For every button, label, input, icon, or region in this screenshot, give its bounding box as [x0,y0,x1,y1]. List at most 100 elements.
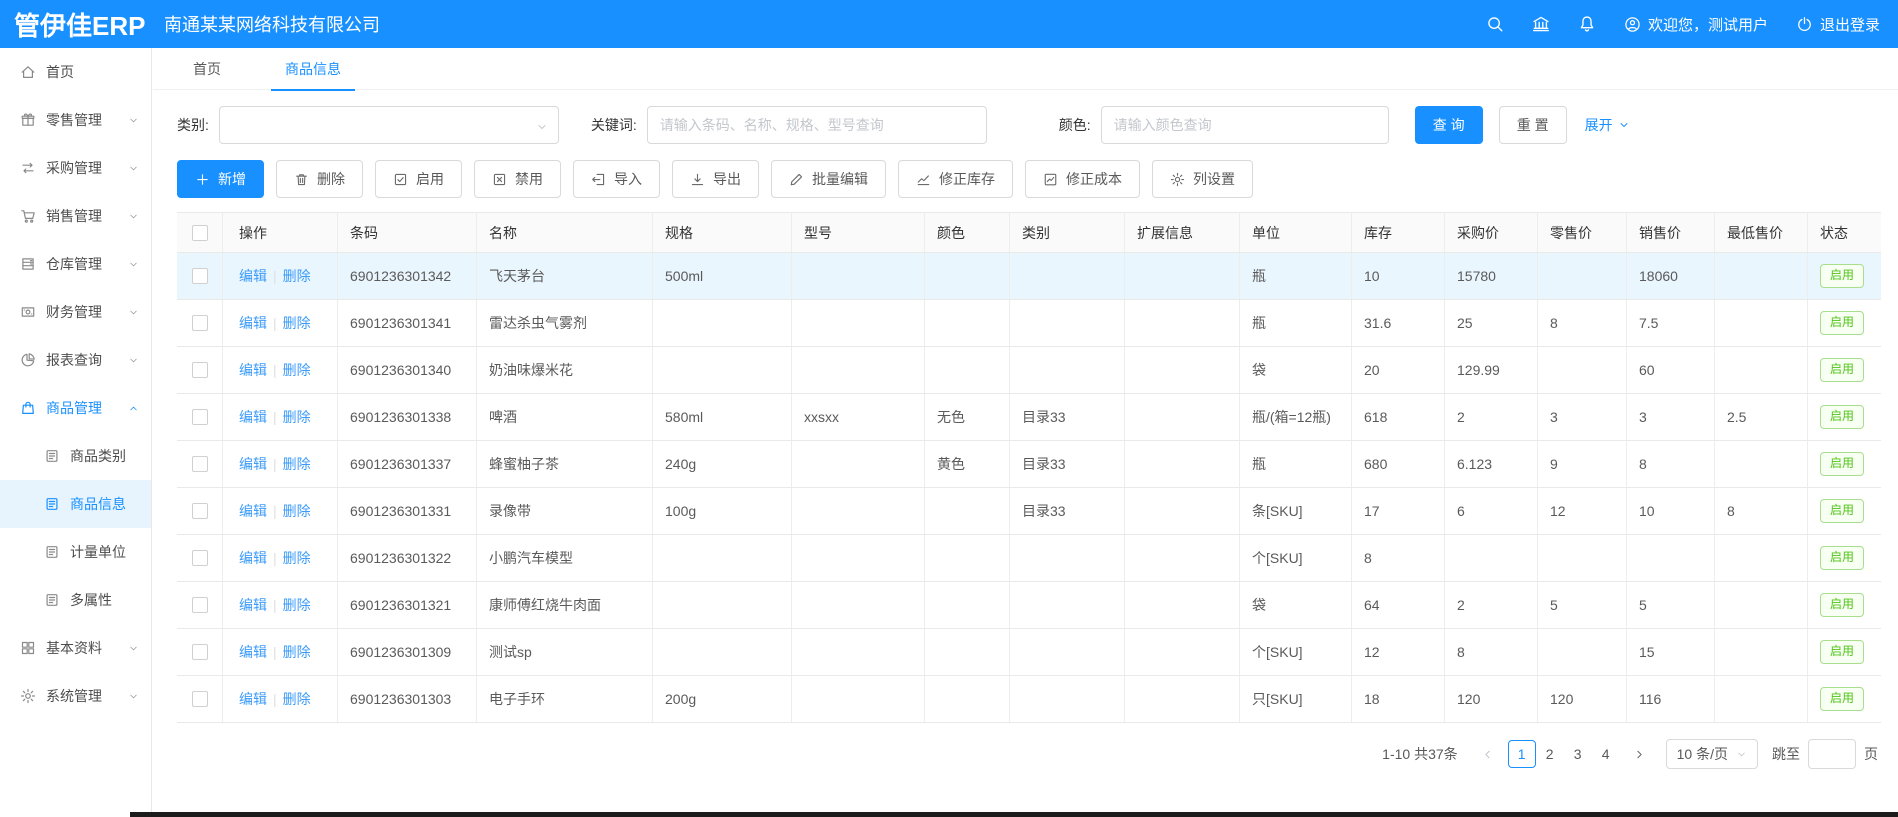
delete-link[interactable]: 删除 [283,454,311,474]
delete-link[interactable]: 删除 [283,360,311,380]
next-page-button[interactable] [1628,740,1652,768]
main-content: 首页 商品信息 类别: 关键词: 颜色: 查 询 重 置 展开 新增删除启用禁用… [153,48,1898,817]
select-all-checkbox[interactable] [192,225,208,241]
row-actions: 编辑|删除 [223,535,338,581]
sidebar-item-10[interactable]: 计量单位 [0,528,151,576]
sidebar-item-5[interactable]: 财务管理 [0,288,151,336]
cell-category: 目录33 [1010,488,1125,534]
sidebar-item-13[interactable]: 系统管理 [0,672,151,720]
bank-icon[interactable] [1532,15,1550,33]
jump-input[interactable] [1808,739,1856,769]
sidebar-item-6[interactable]: 报表查询 [0,336,151,384]
status-badge: 启用 [1820,687,1864,711]
delete-link[interactable]: 删除 [283,548,311,568]
prev-page-button[interactable] [1476,740,1500,768]
page-button-2[interactable]: 2 [1536,741,1564,769]
edit-link[interactable]: 编辑 [239,642,267,662]
edit-link[interactable]: 编辑 [239,548,267,568]
delete-link[interactable]: 删除 [283,501,311,521]
toolbar-button-label: 修正库存 [939,169,995,189]
cell-unit: 瓶 [1240,300,1352,346]
row-checkbox[interactable] [192,315,208,331]
expand-link[interactable]: 展开 [1585,115,1630,135]
edit-link[interactable]: 编辑 [239,595,267,615]
delete-link[interactable]: 删除 [283,642,311,662]
search-icon[interactable] [1486,15,1504,33]
row-checkbox[interactable] [192,597,208,613]
keyword-input[interactable] [647,106,987,144]
sidebar-item-label: 采购管理 [46,158,128,178]
cell-stock: 18 [1352,676,1445,722]
toolbar-button-7[interactable]: 修正库存 [898,160,1013,198]
sidebar-item-0[interactable]: 首页 [0,48,151,96]
row-checkbox-cell [177,441,223,487]
edit-link[interactable]: 编辑 [239,454,267,474]
edit-link[interactable]: 编辑 [239,360,267,380]
toolbar-button-4[interactable]: 导入 [573,160,660,198]
row-checkbox[interactable] [192,644,208,660]
row-checkbox[interactable] [192,503,208,519]
edit-link[interactable]: 编辑 [239,266,267,286]
toolbar-button-9[interactable]: 列设置 [1152,160,1253,198]
link-separator: | [273,362,277,378]
category-select[interactable] [219,106,559,144]
cell-barcode: 6901236301342 [338,253,477,299]
delete-link[interactable]: 删除 [283,689,311,709]
sidebar-item-label: 系统管理 [46,686,128,706]
row-checkbox[interactable] [192,409,208,425]
row-checkbox[interactable] [192,691,208,707]
page-button-3[interactable]: 3 [1564,741,1592,769]
toolbar-button-6[interactable]: 批量编辑 [771,160,886,198]
welcome-user[interactable]: 欢迎您，测试用户 [1624,14,1768,35]
reset-button[interactable]: 重 置 [1499,106,1567,144]
sidebar-item-11[interactable]: 多属性 [0,576,151,624]
toolbar-button-2[interactable]: 启用 [375,160,462,198]
logout-button[interactable]: 退出登录 [1796,14,1880,35]
tab-product-info[interactable]: 商品信息 [285,48,341,90]
toolbar-button-0[interactable]: 新增 [177,160,264,198]
page-size-select[interactable]: 10 条/页 [1666,739,1758,769]
toolbar-button-3[interactable]: 禁用 [474,160,561,198]
sidebar-item-3[interactable]: 销售管理 [0,192,151,240]
cell-barcode: 6901236301303 [338,676,477,722]
bell-icon[interactable] [1578,15,1596,33]
sidebar-item-12[interactable]: 基本资料 [0,624,151,672]
cell-name: 录像带 [477,488,653,534]
sidebar-item-2[interactable]: 采购管理 [0,144,151,192]
row-checkbox[interactable] [192,268,208,284]
cell-purchase: 15780 [1445,253,1538,299]
sidebar-item-4[interactable]: 仓库管理 [0,240,151,288]
expand-label: 展开 [1585,115,1613,135]
delete-link[interactable]: 删除 [283,407,311,427]
toolbar-button-5[interactable]: 导出 [672,160,759,198]
edit-link[interactable]: 编辑 [239,313,267,333]
color-input[interactable] [1101,106,1389,144]
search-button[interactable]: 查 询 [1415,106,1483,144]
toolbar-button-label: 修正成本 [1066,169,1122,189]
edit-link[interactable]: 编辑 [239,501,267,521]
edit-link[interactable]: 编辑 [239,689,267,709]
edit-link[interactable]: 编辑 [239,407,267,427]
sidebar-item-7[interactable]: 商品管理 [0,384,151,432]
chevron-down-icon [1618,119,1630,131]
row-checkbox[interactable] [192,550,208,566]
toolbar-button-8[interactable]: 修正成本 [1025,160,1140,198]
row-checkbox[interactable] [192,362,208,378]
status-badge: 启用 [1820,405,1864,429]
filter-bar: 类别: 关键词: 颜色: 查 询 重 置 展开 [177,106,1898,144]
sidebar-item-8[interactable]: 商品类别 [0,432,151,480]
toolbar-button-1[interactable]: 删除 [276,160,363,198]
cell-color [925,253,1010,299]
sidebar-item-9[interactable]: 商品信息 [0,480,151,528]
delete-link[interactable]: 删除 [283,266,311,286]
page-button-1[interactable]: 1 [1508,740,1536,768]
cell-ext [1125,347,1240,393]
row-checkbox[interactable] [192,456,208,472]
table-row: 编辑|删除6901236301331录像带100g目录33条[SKU]17612… [177,488,1881,535]
delete-link[interactable]: 删除 [283,595,311,615]
sidebar-item-1[interactable]: 零售管理 [0,96,151,144]
tab-home[interactable]: 首页 [193,48,221,90]
color-label: 颜色: [1059,115,1091,135]
page-button-4[interactable]: 4 [1592,741,1620,769]
delete-link[interactable]: 删除 [283,313,311,333]
